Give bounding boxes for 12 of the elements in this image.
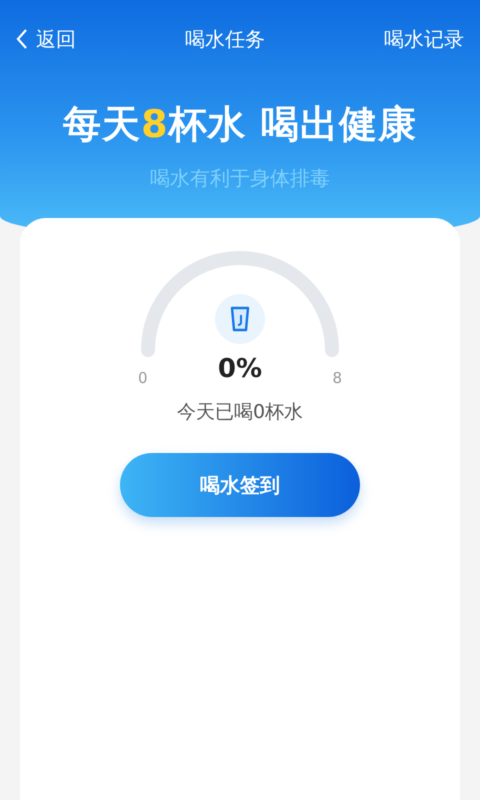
checkin-button[interactable]: 喝水签到 (120, 452, 360, 516)
headline: 每天8杯水 喝出健康 (62, 101, 418, 148)
subtitle: 喝水有利于身体排毒 (149, 165, 331, 192)
back-icon (16, 28, 28, 50)
history-link[interactable]: 喝水记录 (384, 24, 464, 54)
page-title: 喝水任务 (185, 26, 265, 53)
gauge-max-label: 8 (332, 368, 342, 388)
cup-icon (230, 306, 250, 332)
back-button[interactable]: 返回 (16, 24, 76, 54)
today-count: 今天已喝0杯水 (176, 400, 304, 425)
percent-value: 0% (218, 353, 262, 386)
gauge-min-label: 0 (138, 368, 148, 388)
